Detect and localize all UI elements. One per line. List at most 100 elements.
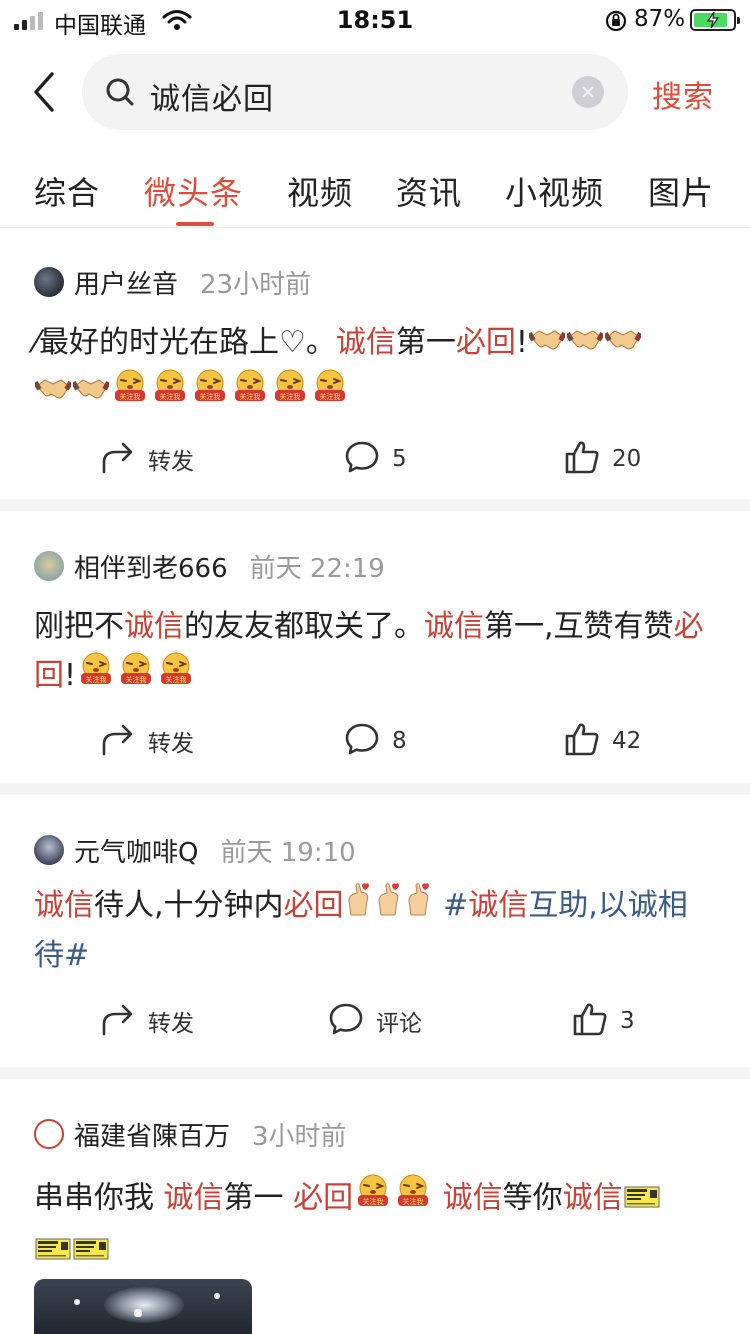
follow-me-emoji-icon: 关注我 (117, 651, 155, 702)
search-input[interactable]: 诚信必回 (82, 54, 628, 130)
avatar[interactable] (34, 1119, 64, 1149)
keyword-highlight: 诚信 (442, 1180, 503, 1216)
post-text: 串串你我 (34, 1180, 164, 1216)
feed-post[interactable]: 福建省陳百万 3小时前 串串你我 诚信第一 必回 关注我 关注我 诚信等你诚信 (0, 1079, 750, 1334)
follow-me-emoji-icon: 关注我 (311, 368, 349, 419)
feed-post[interactable]: 相伴到老666 前天 22:19 刚把不诚信的友友都取关了。诚信第一,互赞有赞必… (0, 511, 750, 783)
finger-heart-emoji-icon (375, 881, 403, 932)
comment-button[interactable]: 5 (344, 439, 407, 479)
comment-label: 评论 (376, 1011, 422, 1037)
like-count: 20 (612, 446, 642, 472)
battery-icon (690, 9, 740, 31)
repost-label: 转发 (148, 449, 194, 475)
svg-text:关注我: 关注我 (120, 392, 141, 401)
like-button[interactable]: 42 (564, 721, 641, 761)
ticket-emoji-icon (35, 1226, 71, 1276)
tab-video[interactable]: 视频 (287, 168, 353, 214)
author-row[interactable]: 用户丝音 23小时前 (34, 264, 311, 301)
follow-me-emoji-icon: 关注我 (354, 1173, 392, 1225)
search-header: 诚信必回 搜索 (0, 50, 750, 134)
avatar[interactable] (34, 551, 64, 581)
post-content[interactable]: 诚信待人,十分钟内必回 #诚信互助,以诚相待# (34, 881, 714, 980)
like-button[interactable]: 20 (564, 439, 641, 479)
thumbs-up-icon (572, 1001, 608, 1041)
tab-news[interactable]: 资讯 (396, 168, 462, 214)
finger-heart-emoji-icon (345, 881, 373, 932)
svg-text:关注我: 关注我 (126, 675, 147, 684)
like-count: 3 (620, 1008, 635, 1034)
svg-text:关注我: 关注我 (320, 392, 341, 401)
post-content[interactable]: ⁄最好的时光在路上♡。诚信第一必回! 关注我 关注我 关注我 关注我 关注我 关注我 (33, 319, 714, 419)
repost-button[interactable]: 转发 (100, 1001, 194, 1041)
battery-percent: 87% (634, 6, 686, 32)
handshake-emoji-icon (33, 369, 73, 417)
handshake-emoji-icon (527, 320, 567, 368)
feed-post[interactable]: 元气咖啡Q 前天 19:10 诚信待人,十分钟内必回 #诚信互助,以诚相待# 转… (0, 795, 750, 1067)
post-actions: 转发 8 42 (0, 721, 750, 761)
keyword-highlight: 必回 (455, 325, 516, 360)
author-name[interactable]: 相伴到老666 (74, 548, 228, 585)
comment-button[interactable]: 8 (344, 721, 407, 761)
keyword-highlight: 诚信 (34, 888, 94, 923)
author-row[interactable]: 福建省陳百万 3小时前 (34, 1116, 347, 1153)
post-image[interactable] (34, 1279, 252, 1334)
svg-text:关注我: 关注我 (240, 392, 261, 401)
author-name[interactable]: 福建省陳百万 (74, 1116, 230, 1153)
feed-post[interactable]: 用户丝音 23小时前 ⁄最好的时光在路上♡。诚信第一必回! 关注我 关注我 关注我 关… (0, 229, 750, 499)
svg-text:关注我: 关注我 (166, 675, 187, 684)
follow-me-emoji-icon: 关注我 (157, 651, 195, 702)
tab-short-video[interactable]: 小视频 (505, 168, 604, 214)
keyword-highlight: 诚信 (562, 1180, 623, 1216)
post-text: 刚把不 (34, 609, 124, 644)
post-separator (0, 1067, 750, 1079)
post-content[interactable]: 串串你我 诚信第一 必回 关注我 关注我 诚信等你诚信 (34, 1173, 714, 1276)
repost-button[interactable]: 转发 (100, 721, 194, 761)
comment-count: 5 (392, 446, 407, 472)
post-separator (0, 499, 750, 511)
search-button[interactable]: 搜索 (652, 72, 714, 116)
tab-micro-headlines[interactable]: 微头条 (144, 168, 243, 214)
orientation-lock-icon (604, 9, 628, 37)
author-row[interactable]: 相伴到老666 前天 22:19 (34, 548, 385, 585)
like-count: 42 (612, 728, 642, 754)
tab-images[interactable]: 图片 (648, 168, 714, 214)
post-time: 前天 22:19 (249, 553, 385, 584)
repost-label: 转发 (148, 731, 194, 757)
author-name[interactable]: 元气咖啡Q (74, 832, 198, 869)
clear-icon[interactable] (572, 76, 604, 108)
post-content[interactable]: 刚把不诚信的友友都取关了。诚信第一,互赞有赞必回! 关注我 关注我 关注我 (34, 603, 714, 702)
follow-me-emoji-icon: 关注我 (191, 368, 229, 419)
author-row[interactable]: 元气咖啡Q 前天 19:10 (34, 832, 356, 869)
repost-label: 转发 (148, 1011, 194, 1037)
avatar[interactable] (34, 835, 64, 865)
handshake-emoji-icon (71, 369, 111, 417)
post-time: 3小时前 (252, 1121, 347, 1152)
thumbs-up-icon (564, 439, 600, 479)
post-text: ! (64, 658, 77, 693)
post-actions: 转发 5 20 (0, 439, 750, 479)
svg-text:关注我: 关注我 (200, 392, 221, 401)
active-tab-indicator (176, 222, 214, 226)
comment-icon (328, 1002, 364, 1040)
status-bar: 中国联通 18:51 87% (0, 0, 750, 44)
keyword-highlight: 必回 (293, 1180, 354, 1216)
comment-count: 8 (392, 728, 407, 754)
follow-me-emoji-icon: 关注我 (271, 368, 309, 419)
svg-text:关注我: 关注我 (403, 1197, 424, 1206)
comment-icon (344, 440, 380, 478)
svg-text:关注我: 关注我 (363, 1197, 384, 1206)
comment-button[interactable]: 评论 (328, 1001, 422, 1041)
author-name[interactable]: 用户丝音 (74, 264, 178, 301)
handshake-emoji-icon (603, 320, 643, 368)
tab-comprehensive[interactable]: 综合 (34, 168, 100, 214)
handshake-emoji-icon (565, 320, 605, 368)
search-icon (104, 76, 136, 112)
like-button[interactable]: 3 (572, 1001, 635, 1041)
follow-me-emoji-icon: 关注我 (111, 368, 149, 419)
repost-button[interactable]: 转发 (100, 439, 194, 479)
follow-me-emoji-icon: 关注我 (394, 1173, 432, 1225)
post-text: ⁄最好的时光在路上♡。 (34, 325, 336, 360)
follow-me-emoji-icon: 关注我 (151, 368, 189, 419)
back-button[interactable] (26, 68, 62, 116)
avatar[interactable] (34, 267, 64, 297)
